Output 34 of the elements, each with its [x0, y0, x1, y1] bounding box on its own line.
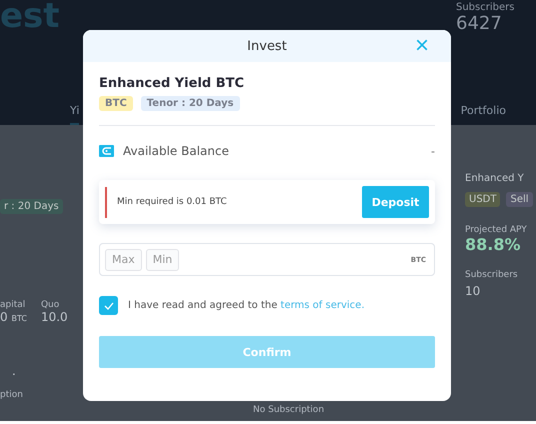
subscribers-value: 10 [465, 284, 482, 298]
wallet-icon [99, 145, 114, 157]
field-label: apital [0, 300, 26, 310]
alert-message: Min required is 0.01 BTC [117, 197, 228, 207]
tab[interactable]: Portfolio [460, 104, 506, 125]
dialog-title: Invest [247, 38, 287, 54]
checkbox[interactable] [99, 296, 118, 315]
balance-value: - [431, 144, 435, 158]
product-name: Enhanced Yield BTC [99, 76, 246, 91]
field-label: Quo [40, 300, 60, 310]
quick-amount-button[interactable]: Min [146, 248, 180, 270]
apy-label: Projected APY [465, 225, 528, 235]
terms-link[interactable]: terms of service. [280, 300, 365, 311]
tag: BTC [99, 96, 133, 111]
card-title: Enhanced Y [465, 173, 525, 184]
stat-value: 6427 [456, 13, 503, 34]
tag: Sell [506, 192, 533, 207]
tag: Tenor : 20 Days [140, 96, 240, 111]
stat-label: Subscribers [456, 2, 516, 13]
quick-amount-button[interactable]: Max [105, 248, 142, 270]
tag: r : 20 Days [0, 199, 63, 214]
close-button[interactable]: × [414, 36, 429, 56]
tag: USDT [465, 192, 500, 207]
apy-value: 88.8% [465, 235, 522, 254]
field-value: 10.0 [40, 310, 68, 324]
dot-text: . [12, 364, 17, 378]
deposit-button[interactable]: Deposit [362, 186, 429, 218]
card-footer: ption [0, 390, 128, 400]
agreement-text: I have read and agreed to the terms of service. [128, 300, 365, 311]
balance-label: Available Balance [123, 144, 230, 158]
check-icon [104, 302, 114, 310]
field-value: 0 BTC [0, 310, 27, 324]
subscribers-label: Subscribers [465, 270, 519, 280]
card-footer: No Subscription [253, 405, 453, 415]
